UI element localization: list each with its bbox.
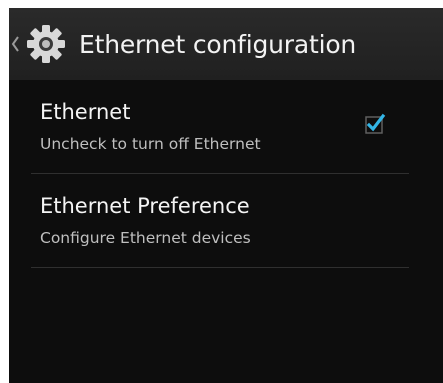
settings-screen: Ethernet configuration Ethernet Uncheck …: [9, 8, 443, 383]
ethernet-checkbox[interactable]: [364, 113, 386, 135]
action-bar: Ethernet configuration: [9, 8, 443, 80]
preference-ethernet-preference[interactable]: Ethernet Preference Configure Ethernet d…: [9, 174, 443, 268]
list-divider: [31, 267, 409, 268]
preference-ethernet[interactable]: Ethernet Uncheck to turn off Ethernet: [9, 80, 443, 174]
gear-icon[interactable]: [23, 21, 69, 67]
preference-summary: Uncheck to turn off Ethernet: [40, 135, 261, 153]
screen-title: Ethernet configuration: [79, 29, 357, 59]
back-chevron-icon[interactable]: [11, 34, 21, 54]
preference-title: Ethernet Preference: [40, 194, 250, 218]
preference-summary: Configure Ethernet devices: [40, 229, 251, 247]
preference-list: Ethernet Uncheck to turn off Ethernet Et…: [9, 80, 443, 268]
preference-title: Ethernet: [40, 100, 131, 124]
checkmark-icon: [366, 113, 386, 132]
